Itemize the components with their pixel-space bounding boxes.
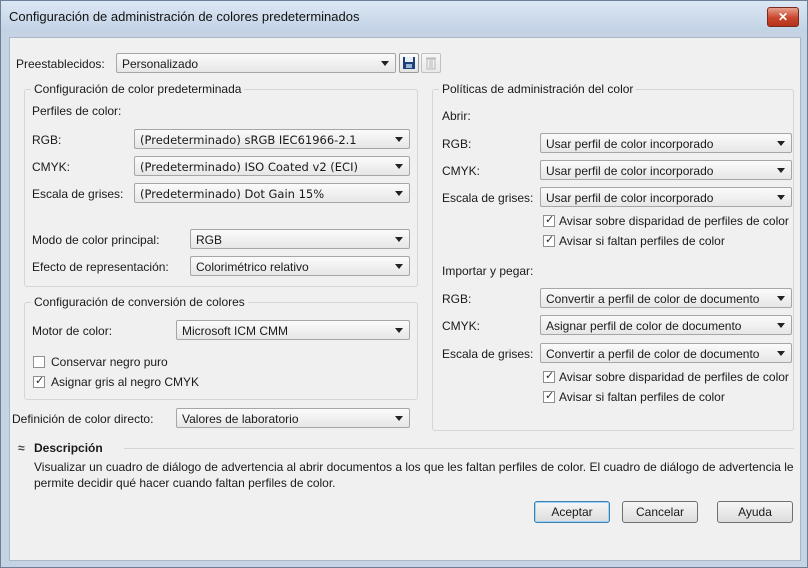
open-section-label: Abrir: xyxy=(442,109,471,123)
gray-to-black-checkbox[interactable]: ✓ xyxy=(33,375,45,388)
gray-profile-dropdown[interactable]: (Predeterminado) Dot Gain 15% xyxy=(134,183,410,203)
open-warn-missing-checkbox[interactable]: ✓ xyxy=(543,234,555,247)
import-section-label: Importar y pegar: xyxy=(442,264,534,278)
chevron-down-icon xyxy=(777,351,785,356)
spot-color-dropdown[interactable]: Valores de laboratorio xyxy=(176,408,410,428)
render-intent-label: Efecto de representación: xyxy=(32,260,169,274)
cmyk-profile-value: (Predeterminado) ISO Coated v2 (ECI) xyxy=(140,160,358,174)
import-cmyk-dropdown[interactable]: Asignar perfil de color de documento xyxy=(540,315,792,335)
title-bar: Configuración de administración de color… xyxy=(1,1,807,31)
policies-group-title: Políticas de administración del color xyxy=(439,82,637,96)
collapse-toggle-icon[interactable]: ≈ xyxy=(18,441,25,455)
default-color-group-title: Configuración de color predeterminada xyxy=(31,82,245,96)
cancel-button[interactable]: Cancelar xyxy=(622,501,698,523)
chevron-down-icon xyxy=(777,296,785,301)
gray-profile-value: (Predeterminado) Dot Gain 15% xyxy=(140,187,325,201)
close-button[interactable]: ✕ xyxy=(767,7,799,27)
cmyk-profile-dropdown[interactable]: (Predeterminado) ISO Coated v2 (ECI) xyxy=(134,156,410,176)
open-cmyk-dropdown[interactable]: Usar perfil de color incorporado xyxy=(540,160,792,180)
rgb-profile-label: RGB: xyxy=(32,133,62,147)
open-warn-missing-label: Avisar si faltan perfiles de color xyxy=(559,234,725,248)
description-title: Descripción xyxy=(34,441,103,455)
chevron-down-icon xyxy=(395,191,403,196)
conversion-group-title: Configuración de conversión de colores xyxy=(31,295,248,309)
import-warn-missing-label: Avisar si faltan perfiles de color xyxy=(559,390,725,404)
chevron-down-icon xyxy=(395,237,403,242)
dialog-window: Configuración de administración de color… xyxy=(0,0,808,568)
import-cmyk-value: Asignar perfil de color de documento xyxy=(546,319,742,333)
open-warn-mismatch-checkbox[interactable]: ✓ xyxy=(543,214,555,227)
open-rgb-value: Usar perfil de color incorporado xyxy=(546,137,714,151)
rgb-profile-value: (Predeterminado) sRGB IEC61966-2.1 xyxy=(140,133,357,147)
pure-black-label: Conservar negro puro xyxy=(51,355,168,369)
color-engine-value: Microsoft ICM CMM xyxy=(182,324,288,338)
spot-color-label: Definición de color directo: xyxy=(12,412,154,426)
checkmark-icon: ✓ xyxy=(545,390,555,402)
import-rgb-value: Convertir a perfil de color de documento xyxy=(546,292,760,306)
presets-dropdown[interactable]: Personalizado xyxy=(116,53,396,73)
import-warn-mismatch-checkbox[interactable]: ✓ xyxy=(543,370,555,383)
import-warn-mismatch-label: Avisar sobre disparidad de perfiles de c… xyxy=(559,370,789,384)
profiles-label: Perfiles de color: xyxy=(32,104,122,118)
save-preset-button[interactable] xyxy=(399,53,419,73)
pure-black-checkbox[interactable] xyxy=(33,356,45,368)
open-cmyk-label: CMYK: xyxy=(442,164,481,178)
primary-mode-label: Modo de color principal: xyxy=(32,233,160,247)
render-intent-dropdown[interactable]: Colorimétrico relativo xyxy=(190,256,410,276)
chevron-down-icon xyxy=(395,137,403,142)
chevron-down-icon xyxy=(395,328,403,333)
color-engine-dropdown[interactable]: Microsoft ICM CMM xyxy=(176,320,410,340)
cmyk-profile-label: CMYK: xyxy=(32,160,71,174)
import-gray-label: Escala de grises: xyxy=(442,347,534,361)
checkmark-icon: ✓ xyxy=(545,234,555,246)
open-cmyk-value: Usar perfil de color incorporado xyxy=(546,164,714,178)
primary-mode-value: RGB xyxy=(196,233,223,247)
rgb-profile-dropdown[interactable]: (Predeterminado) sRGB IEC61966-2.1 xyxy=(134,129,410,149)
import-gray-dropdown[interactable]: Convertir a perfil de color de documento xyxy=(540,343,792,363)
accept-button[interactable]: Aceptar xyxy=(534,501,610,523)
import-cmyk-label: CMYK: xyxy=(442,319,481,333)
help-button[interactable]: Ayuda xyxy=(717,501,793,523)
chevron-down-icon xyxy=(777,141,785,146)
dialog-body: Preestablecidos: Personalizado Configura… xyxy=(9,37,801,561)
window-title: Configuración de administración de color… xyxy=(9,9,360,24)
description-line-1: Visualizar un cuadro de diálogo de adver… xyxy=(34,460,794,474)
chevron-down-icon xyxy=(777,323,785,328)
color-engine-label: Motor de color: xyxy=(32,324,113,338)
checkmark-icon: ✓ xyxy=(35,375,45,387)
description-separator xyxy=(124,448,794,449)
import-warn-missing-checkbox[interactable]: ✓ xyxy=(543,390,555,403)
presets-value: Personalizado xyxy=(122,57,199,71)
open-gray-dropdown[interactable]: Usar perfil de color incorporado xyxy=(540,187,792,207)
delete-preset-button[interactable] xyxy=(421,53,441,73)
gray-to-black-label: Asignar gris al negro CMYK xyxy=(51,375,200,389)
open-gray-label: Escala de grises: xyxy=(442,191,534,205)
spot-color-value: Valores de laboratorio xyxy=(182,412,299,426)
primary-mode-dropdown[interactable]: RGB xyxy=(190,229,410,249)
presets-label: Preestablecidos: xyxy=(16,57,105,71)
chevron-down-icon xyxy=(777,168,785,173)
chevron-down-icon xyxy=(381,61,389,66)
checkmark-icon: ✓ xyxy=(545,370,555,382)
import-rgb-label: RGB: xyxy=(442,292,472,306)
description-line-2: permite decidir qué hacer cuando faltan … xyxy=(34,476,336,490)
checkmark-icon: ✓ xyxy=(545,214,555,226)
open-gray-value: Usar perfil de color incorporado xyxy=(546,191,714,205)
save-icon xyxy=(403,57,415,69)
chevron-down-icon xyxy=(395,164,403,169)
open-warn-mismatch-label: Avisar sobre disparidad de perfiles de c… xyxy=(559,214,789,228)
chevron-down-icon xyxy=(395,416,403,421)
open-rgb-label: RGB: xyxy=(442,137,472,151)
gray-profile-label: Escala de grises: xyxy=(32,187,124,201)
import-gray-value: Convertir a perfil de color de documento xyxy=(546,347,760,361)
trash-icon xyxy=(426,57,436,70)
chevron-down-icon xyxy=(395,264,403,269)
chevron-down-icon xyxy=(777,195,785,200)
render-intent-value: Colorimétrico relativo xyxy=(196,260,309,274)
open-rgb-dropdown[interactable]: Usar perfil de color incorporado xyxy=(540,133,792,153)
import-rgb-dropdown[interactable]: Convertir a perfil de color de documento xyxy=(540,288,792,308)
